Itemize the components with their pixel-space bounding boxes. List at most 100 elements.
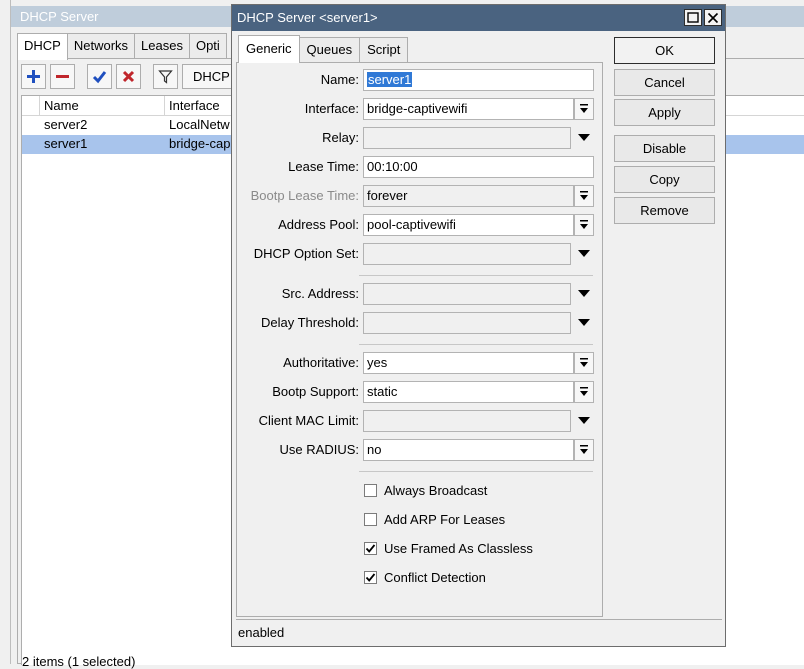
src-address-field[interactable]	[363, 283, 571, 305]
enable-button[interactable]	[87, 64, 112, 89]
address-pool-row: Address Pool: pool-captivewifi	[237, 214, 604, 236]
name-label: Name:	[320, 72, 359, 87]
plus-icon	[27, 70, 40, 83]
maximize-icon	[687, 12, 699, 23]
window-status: 2 items (1 selected)	[22, 654, 136, 669]
address-pool-select[interactable]: pool-captivewifi	[363, 214, 574, 236]
relay-label: Relay:	[322, 130, 359, 145]
row-name: server2	[44, 117, 88, 132]
list-header-spacer	[22, 96, 40, 116]
column-name[interactable]: Name	[40, 96, 165, 116]
address-pool-label: Address Pool:	[278, 217, 359, 232]
interface-dropdown-button[interactable]	[574, 98, 594, 120]
name-row: Name: server1	[237, 69, 604, 91]
relay-field[interactable]	[363, 127, 571, 149]
tab-queues[interactable]: Queues	[298, 37, 361, 63]
bootp-lease-time-select[interactable]: forever	[363, 185, 574, 207]
disable-button[interactable]: Disable	[614, 135, 715, 162]
delay-threshold-field[interactable]	[363, 312, 571, 334]
checkbox-label: Add ARP For Leases	[384, 511, 506, 527]
dialog-tabs: Generic Queues Script	[238, 35, 409, 63]
add-arp-for-leases-checkbox[interactable]: Add ARP For Leases	[364, 509, 505, 529]
dropdown-arrow-icon	[580, 387, 588, 396]
lease-time-label: Lease Time:	[288, 159, 359, 174]
relay-expand-button[interactable]	[574, 127, 594, 149]
bootp-lease-time-dropdown-button[interactable]	[574, 185, 594, 207]
disable-button[interactable]	[116, 64, 141, 89]
copy-button[interactable]: Copy	[614, 166, 715, 193]
cancel-button[interactable]: Cancel	[614, 69, 715, 96]
dhcp-option-set-label: DHCP Option Set:	[253, 246, 359, 261]
ok-button[interactable]: OK	[614, 37, 715, 64]
delay-threshold-expand-button[interactable]	[574, 312, 594, 334]
tab-options[interactable]: Opti	[188, 33, 227, 59]
close-icon	[707, 12, 719, 23]
row-name: server1	[44, 136, 88, 151]
conflict-detection-checkbox[interactable]: Conflict Detection	[364, 567, 486, 587]
dhcp-option-set-expand-button[interactable]	[574, 243, 594, 265]
use-framed-as-classless-checkbox[interactable]: Use Framed As Classless	[364, 538, 533, 558]
bootp-support-select[interactable]: static	[363, 381, 574, 403]
client-mac-limit-row: Client MAC Limit:	[237, 410, 604, 432]
bootp-support-dropdown-button[interactable]	[574, 381, 594, 403]
src-address-row: Src. Address:	[237, 283, 604, 305]
lease-time-row: Lease Time: 00:10:00	[237, 156, 604, 178]
use-radius-select[interactable]: no	[363, 439, 574, 461]
dialog-titlebar[interactable]: DHCP Server <server1>	[232, 5, 725, 31]
checkmark-icon	[365, 543, 376, 553]
apply-button[interactable]: Apply	[614, 99, 715, 126]
tab-networks[interactable]: Networks	[66, 33, 136, 59]
dropdown-arrow-icon	[580, 445, 588, 454]
triangle-down-icon	[578, 319, 590, 326]
bootp-lease-time-row: Bootp Lease Time: forever	[237, 185, 604, 207]
interface-select[interactable]: bridge-captivewifi	[363, 98, 574, 120]
client-mac-limit-field[interactable]	[363, 410, 571, 432]
authoritative-dropdown-button[interactable]	[574, 352, 594, 374]
generic-form: Name: server1 Interface: bridge-captivew…	[236, 62, 603, 617]
add-button[interactable]	[21, 64, 46, 89]
use-radius-dropdown-button[interactable]	[574, 439, 594, 461]
checkbox-unchecked[interactable]	[364, 483, 377, 497]
bootp-support-row: Bootp Support: static	[237, 381, 604, 403]
divider	[359, 344, 593, 345]
lease-time-field[interactable]: 00:10:00	[363, 156, 594, 178]
toolbar: DHCP	[21, 64, 241, 89]
dialog-status: enabled	[236, 619, 722, 645]
always-broadcast-checkbox[interactable]: Always Broadcast	[364, 480, 487, 500]
tab-generic[interactable]: Generic	[238, 35, 300, 63]
interface-row: Interface: bridge-captivewifi	[237, 98, 604, 120]
authoritative-select[interactable]: yes	[363, 352, 574, 374]
src-address-label: Src. Address:	[281, 286, 359, 301]
checkbox-checked[interactable]	[364, 570, 377, 584]
client-mac-limit-expand-button[interactable]	[574, 410, 594, 432]
triangle-down-icon	[578, 250, 590, 257]
src-address-expand-button[interactable]	[574, 283, 594, 305]
delay-threshold-label: Delay Threshold:	[260, 315, 359, 330]
triangle-down-icon	[578, 134, 590, 141]
dialog-title: DHCP Server <server1>	[237, 10, 378, 25]
bootp-support-label: Bootp Support:	[272, 384, 359, 399]
maximize-button[interactable]	[684, 9, 702, 26]
tab-leases[interactable]: Leases	[134, 33, 190, 59]
tab-dhcp[interactable]: DHCP	[17, 33, 68, 60]
address-pool-dropdown-button[interactable]	[574, 214, 594, 236]
close-button[interactable]	[704, 9, 722, 26]
checkbox-checked[interactable]	[364, 541, 377, 555]
client-mac-limit-label: Client MAC Limit:	[258, 413, 359, 428]
authoritative-row: Authoritative: yes	[237, 352, 604, 374]
dropdown-arrow-icon	[580, 358, 588, 367]
filter-button[interactable]	[153, 64, 178, 89]
divider	[359, 471, 593, 472]
dhcp-option-set-row: DHCP Option Set:	[237, 243, 604, 265]
relay-row: Relay:	[237, 127, 604, 149]
remove-button[interactable]: Remove	[614, 197, 715, 224]
delay-threshold-row: Delay Threshold:	[237, 312, 604, 334]
filter-icon	[158, 70, 173, 84]
remove-button[interactable]	[50, 64, 75, 89]
use-radius-label: Use RADIUS:	[279, 442, 359, 457]
dhcp-option-set-field[interactable]	[363, 243, 571, 265]
tab-script[interactable]: Script	[359, 37, 409, 63]
checkbox-unchecked[interactable]	[364, 512, 377, 526]
check-icon	[92, 71, 107, 84]
name-field[interactable]: server1	[363, 69, 594, 91]
